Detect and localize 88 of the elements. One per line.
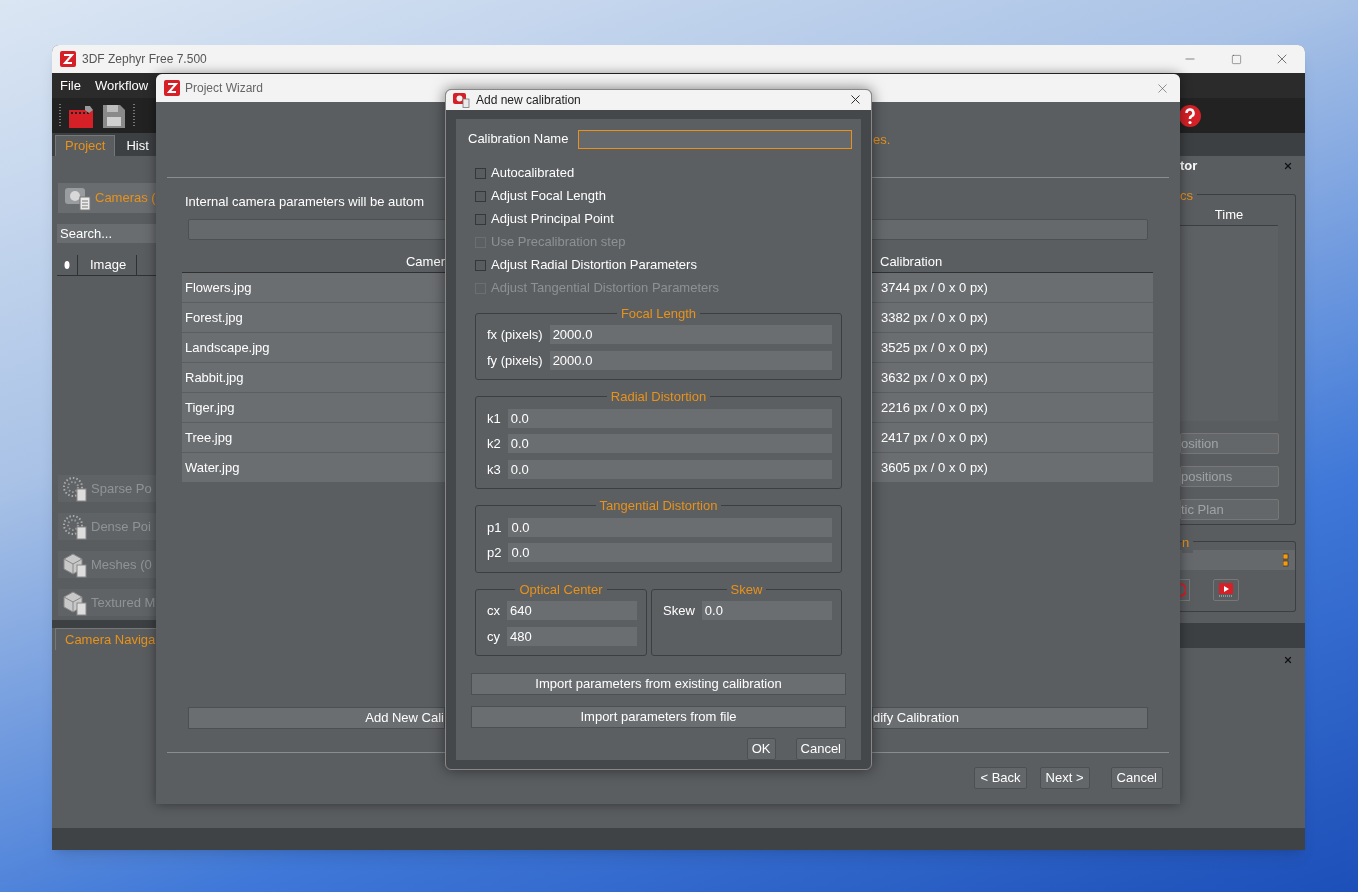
group-title: Radial Distortion xyxy=(609,388,708,406)
import-button[interactable]: Import parameters from file xyxy=(471,706,846,728)
number-field[interactable]: 0.0 xyxy=(701,601,832,621)
instruction-text: Internal camera parameters will be autom xyxy=(185,193,425,210)
record-icon xyxy=(1180,583,1186,597)
checkbox[interactable] xyxy=(475,259,486,271)
modify-calibration-button[interactable]: dify Calibration xyxy=(872,707,1148,729)
visibility-icon xyxy=(64,260,70,270)
number-field[interactable]: 0.0 xyxy=(508,517,832,537)
field-label: fx (pixels) xyxy=(487,326,543,344)
field-label: p2 xyxy=(487,544,502,562)
tab[interactable]: Project xyxy=(55,135,116,156)
import-button[interactable]: Import parameters from existing calibration xyxy=(471,673,846,695)
column-header[interactable]: Image xyxy=(78,255,138,275)
field-label: fy (pixels) xyxy=(487,351,543,370)
spinner-icon xyxy=(1283,553,1289,567)
point-cloud-icon xyxy=(62,513,88,540)
maximize-icon xyxy=(1230,53,1242,65)
column-header[interactable]: Camer xyxy=(182,252,445,272)
group-title: Optical Center xyxy=(518,580,604,599)
checkbox-label: Adjust Radial Distortion Parameters xyxy=(491,256,697,275)
field-label: cx xyxy=(487,602,500,620)
table-cell-text: 3744 px / 0 x 0 px) xyxy=(880,278,989,297)
spin-field[interactable] xyxy=(1180,550,1295,570)
table-cell-text: Forest.jpg xyxy=(184,308,244,327)
number-field[interactable]: 0.0 xyxy=(507,408,832,428)
table-cell-text: Water.jpg xyxy=(184,458,241,477)
calibration-name-field[interactable] xyxy=(578,129,852,149)
app-logo-icon xyxy=(60,51,76,67)
checkbox-label: Autocalibrated xyxy=(491,164,575,183)
number-field[interactable]: 0.0 xyxy=(508,543,832,563)
wizard-button[interactable]: Next > xyxy=(1039,767,1090,789)
play-video-button[interactable] xyxy=(1213,579,1239,601)
group-title: Tangential Distortion xyxy=(598,497,719,515)
table-cell-text: Tree.jpg xyxy=(184,428,234,447)
group-title: Skew xyxy=(729,580,764,599)
wizard-button[interactable]: < Back xyxy=(974,767,1027,789)
number-field[interactable]: 2000.0 xyxy=(549,350,832,370)
window-title: Project Wizard xyxy=(185,80,264,97)
checkbox[interactable] xyxy=(475,213,486,225)
toolbar-grip-icon xyxy=(132,102,136,129)
table-cell-text: 3605 px / 0 x 0 px) xyxy=(880,458,989,477)
menu-item[interactable]: File xyxy=(60,75,81,96)
field-label: k2 xyxy=(487,435,501,453)
column-header[interactable]: Calibration xyxy=(872,252,1153,272)
mesh-cube-icon xyxy=(62,551,88,578)
window-title: Add new calibration xyxy=(476,91,581,109)
checkbox-label: Adjust Focal Length xyxy=(491,187,606,206)
table-cell-text: 2216 px / 0 x 0 px) xyxy=(880,398,989,417)
mesh-cube-icon xyxy=(62,589,88,616)
play-icon xyxy=(1218,582,1234,598)
note-text: es. xyxy=(872,130,892,149)
help-icon[interactable] xyxy=(1178,103,1202,128)
wizard-button[interactable]: Cancel xyxy=(1110,767,1163,789)
number-field[interactable]: 0.0 xyxy=(507,459,832,479)
field-label: k3 xyxy=(487,460,501,479)
field-label: cy xyxy=(487,627,500,646)
app-logo-icon xyxy=(164,80,180,96)
field-label: Skew xyxy=(663,602,695,620)
table-cell-text: Flowers.jpg xyxy=(184,278,253,297)
table-cell-text: 3632 px / 0 x 0 px) xyxy=(880,368,989,387)
menu-item[interactable]: Workflow xyxy=(94,75,149,96)
number-field[interactable]: 640 xyxy=(507,601,637,621)
group-title: Focal Length xyxy=(619,304,698,323)
table-cell-text: Rabbit.jpg xyxy=(184,368,245,387)
number-field[interactable]: 2000.0 xyxy=(549,325,832,345)
table-cell-text: 3382 px / 0 x 0 px) xyxy=(880,308,989,327)
dialog-button[interactable]: OK xyxy=(746,738,776,760)
number-field[interactable]: 0.0 xyxy=(507,434,832,454)
toolbar-grip-icon xyxy=(58,102,62,129)
checkbox[interactable] xyxy=(475,167,486,179)
table-cell-text: 2417 px / 0 x 0 px) xyxy=(880,428,989,447)
point-cloud-icon xyxy=(62,475,88,502)
field-label: Calibration Name xyxy=(468,130,569,149)
add-calibration-button[interactable]: Add New Cali xyxy=(188,707,445,729)
table-cell-text: Landscape.jpg xyxy=(184,338,271,357)
tab[interactable]: Hist xyxy=(117,135,158,156)
field-label: p1 xyxy=(487,518,502,537)
window-title: 3DF Zephyr Free 7.500 xyxy=(82,51,207,68)
table-cell-text: 3525 px / 0 x 0 px) xyxy=(880,338,989,357)
search-field[interactable]: Search... xyxy=(57,224,156,243)
panel-title: tor xyxy=(1180,157,1198,176)
camera-document-icon xyxy=(64,185,92,211)
table-cell-text: Tiger.jpg xyxy=(184,398,236,417)
checkbox-label: Adjust Principal Point xyxy=(491,210,614,229)
dialog-button[interactable]: Cancel xyxy=(795,738,846,760)
checkbox[interactable] xyxy=(475,190,486,202)
number-field[interactable]: 480 xyxy=(507,626,637,646)
